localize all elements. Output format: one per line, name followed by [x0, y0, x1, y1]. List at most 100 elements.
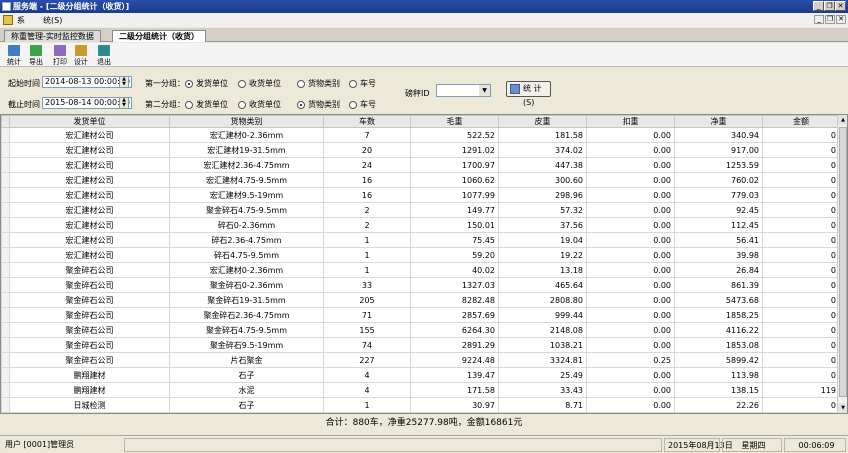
table-cell[interactable]: 宏汇建材公司 [9, 142, 170, 158]
table-cell[interactable]: 522.52 [410, 127, 499, 143]
table-cell[interactable]: 300.60 [498, 172, 587, 188]
table-cell[interactable]: 0 [762, 292, 840, 308]
table-cell[interactable]: 5899.42 [674, 352, 763, 368]
table-cell[interactable]: 999.44 [498, 307, 587, 323]
table-cell[interactable]: 宏汇建材公司 [9, 217, 170, 233]
table-cell[interactable]: 13.18 [498, 262, 587, 278]
table-row[interactable]: 宏汇建材公司 聚金碎石4.75-9.5mm 2 149.77 57.32 0.00 92.4… [1, 202, 840, 218]
scroll-up-icon[interactable]: ▲ [838, 115, 847, 125]
table-cell[interactable]: 聚金碎石公司 [9, 352, 170, 368]
table-cell[interactable]: 16 [323, 172, 411, 188]
table-cell[interactable]: 聚金碎石公司 [9, 337, 170, 353]
table-cell[interactable]: 宏汇建材0-2.36mm [169, 127, 324, 143]
table-cell[interactable]: 33.43 [498, 382, 587, 398]
mdi-close-button[interactable]: ✕ [836, 15, 846, 24]
table-cell[interactable]: 1858.25 [674, 307, 763, 323]
row-header[interactable] [1, 322, 10, 338]
table-cell[interactable]: 日城检测 [9, 397, 170, 413]
group1-radio-truck[interactable]: 车号 [349, 78, 376, 89]
table-row[interactable]: 宏汇建材公司 碎石4.75-9.5mm 1 59.20 19.22 0.00 39.98 0 [1, 247, 840, 263]
row-header[interactable] [1, 127, 10, 143]
table-cell[interactable]: 鹏翔建材 [9, 382, 170, 398]
row-header[interactable] [1, 232, 10, 248]
group1-radio-goods[interactable]: 货物类别 [297, 78, 340, 89]
table-cell[interactable]: 0 [762, 232, 840, 248]
table-cell[interactable]: 0 [762, 367, 840, 383]
group1-radio-shipper[interactable]: 发货单位 [185, 78, 228, 89]
table-cell[interactable]: 9224.48 [410, 352, 499, 368]
table-row[interactable]: 宏汇建材公司 碎石2.36-4.75mm 1 75.45 19.04 0.00 56.41 0 [1, 232, 840, 248]
table-cell[interactable]: 0 [762, 307, 840, 323]
table-cell[interactable]: 19.22 [498, 247, 587, 263]
table-cell[interactable]: 聚金碎石19-31.5mm [169, 292, 324, 308]
table-cell[interactable]: 33 [323, 277, 411, 293]
scroll-down-icon[interactable]: ▼ [838, 403, 847, 413]
table-cell[interactable]: 1291.02 [410, 142, 499, 158]
column-header[interactable]: 皮重 [498, 115, 587, 128]
table-cell[interactable]: 聚金碎石公司 [9, 277, 170, 293]
table-cell[interactable]: 0 [762, 127, 840, 143]
group1-radio-receiver[interactable]: 收货单位 [238, 78, 281, 89]
table-cell[interactable]: 宏汇建材公司 [9, 187, 170, 203]
tab-realtime-monitor[interactable]: 称重管理-实时监控数据 [4, 30, 101, 42]
table-cell[interactable]: 1327.03 [410, 277, 499, 293]
table-cell[interactable]: 6264.30 [410, 322, 499, 338]
table-cell[interactable]: 聚金碎石公司 [9, 307, 170, 323]
table-cell[interactable]: 0 [762, 337, 840, 353]
table-cell[interactable]: 0.00 [586, 217, 675, 233]
table-cell[interactable]: 8282.48 [410, 292, 499, 308]
table-cell[interactable]: 0.00 [586, 262, 675, 278]
table-cell[interactable]: 2148.08 [498, 322, 587, 338]
row-header[interactable] [1, 172, 10, 188]
table-cell[interactable]: 1700.97 [410, 157, 499, 173]
row-header[interactable] [1, 262, 10, 278]
table-cell[interactable]: 760.02 [674, 172, 763, 188]
table-cell[interactable]: 447.38 [498, 157, 587, 173]
table-cell[interactable]: 19.04 [498, 232, 587, 248]
table-cell[interactable]: 74 [323, 337, 411, 353]
table-cell[interactable]: 40.02 [410, 262, 499, 278]
tab-group-stats[interactable]: 二级分组统计（收货） [112, 30, 206, 42]
table-cell[interactable]: 0 [762, 322, 840, 338]
table-cell[interactable]: 3324.81 [498, 352, 587, 368]
table-cell[interactable]: 205 [323, 292, 411, 308]
table-cell[interactable]: 171.58 [410, 382, 499, 398]
table-cell[interactable]: 155 [323, 322, 411, 338]
table-cell[interactable]: 119 [762, 382, 840, 398]
table-cell[interactable]: 聚金碎石公司 [9, 262, 170, 278]
table-cell[interactable]: 0 [762, 202, 840, 218]
table-cell[interactable]: 4 [323, 367, 411, 383]
menu-item-system[interactable]: 系 [17, 15, 25, 26]
table-row[interactable]: 宏汇建材公司 宏汇建材4.75-9.5mm 16 1060.62 300.60 0.00 7… [1, 172, 840, 188]
table-cell[interactable]: 22.26 [674, 397, 763, 413]
table-cell[interactable]: 0 [762, 172, 840, 188]
table-cell[interactable]: 138.15 [674, 382, 763, 398]
column-header[interactable]: 车数 [323, 115, 411, 128]
table-row[interactable]: 聚金碎石公司 聚金碎石2.36-4.75mm 71 2857.69 999.44 0.00… [1, 307, 840, 323]
table-cell[interactable]: 0.00 [586, 202, 675, 218]
table-cell[interactable]: 26.84 [674, 262, 763, 278]
table-cell[interactable]: 4116.22 [674, 322, 763, 338]
end-time-spinner[interactable]: ▲ ▼ [119, 97, 129, 109]
start-time-spinner[interactable]: ▲ ▼ [119, 76, 129, 88]
row-header[interactable] [1, 292, 10, 308]
table-cell[interactable]: 0 [762, 352, 840, 368]
table-cell[interactable]: 1253.59 [674, 157, 763, 173]
table-cell[interactable]: 碎石0-2.36mm [169, 217, 324, 233]
table-cell[interactable]: 1 [323, 247, 411, 263]
table-cell[interactable]: 39.98 [674, 247, 763, 263]
row-header[interactable] [1, 202, 10, 218]
mdi-restore-button[interactable]: ❐ [825, 15, 835, 24]
table-cell[interactable]: 92.45 [674, 202, 763, 218]
print-tool-button[interactable]: 打印 [50, 45, 70, 66]
table-cell[interactable]: 57.32 [498, 202, 587, 218]
row-header[interactable] [1, 367, 10, 383]
menu-item-system-s[interactable]: 统(S) [43, 15, 62, 26]
table-cell[interactable]: 24 [323, 157, 411, 173]
table-cell[interactable]: 聚金碎石4.75-9.5mm [169, 322, 324, 338]
table-cell[interactable]: 1060.62 [410, 172, 499, 188]
column-header[interactable]: 毛重 [410, 115, 499, 128]
table-cell[interactable]: 0 [762, 217, 840, 233]
table-cell[interactable]: 0 [762, 262, 840, 278]
table-cell[interactable]: 0.00 [586, 292, 675, 308]
